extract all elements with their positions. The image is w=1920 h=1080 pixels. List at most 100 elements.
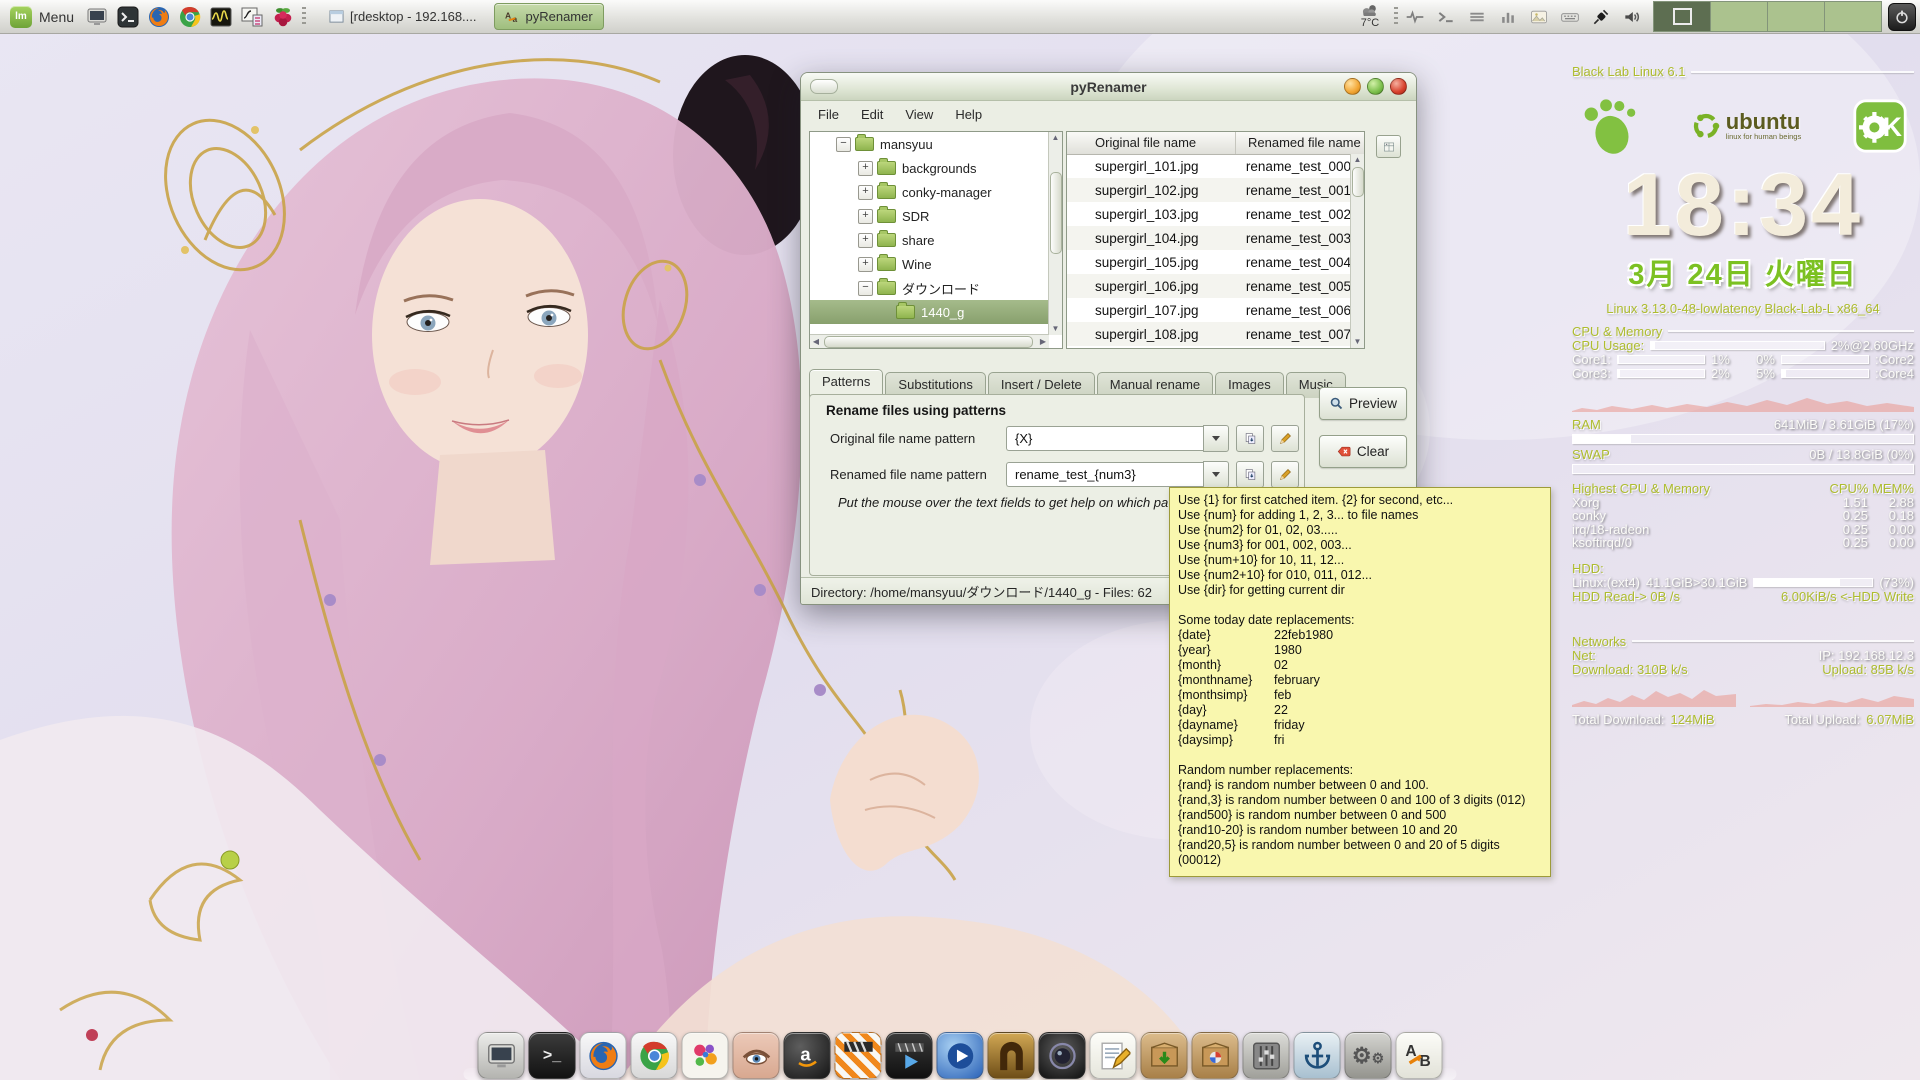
oscilloscope-launcher[interactable]	[208, 4, 234, 30]
renamed-name-cell: rename_test_007	[1234, 327, 1351, 342]
close-button[interactable]	[1390, 78, 1407, 95]
preview-button[interactable]: Preview	[1319, 387, 1407, 420]
table-row[interactable]: supergirl_102.jpgrename_test_001	[1067, 178, 1351, 202]
kdenlive-dock-icon[interactable]	[886, 1032, 933, 1079]
renamed-pattern-copy-button[interactable]	[1236, 461, 1264, 488]
menu-view[interactable]: View	[894, 102, 944, 127]
tree-item-ダウンロード[interactable]: −ダウンロード	[810, 276, 1049, 300]
anchor-dock-icon[interactable]	[1294, 1032, 1341, 1079]
maximize-button[interactable]	[1367, 78, 1384, 95]
total-upload-value: 6.07MiB	[1866, 712, 1914, 727]
patterns-hint: Put the mouse over the text fields to ge…	[838, 495, 1168, 510]
table-row[interactable]: supergirl_103.jpgrename_test_002	[1067, 202, 1351, 226]
tree-item-backgrounds[interactable]: +backgrounds	[810, 156, 1049, 180]
expander-icon[interactable]: −	[858, 281, 873, 296]
amazon-dock-icon[interactable]: a	[784, 1032, 831, 1079]
tree-item-1440_g[interactable]: 1440_g	[810, 300, 1049, 324]
menu-button[interactable]: lm Menu	[0, 0, 84, 33]
menu-edit[interactable]: Edit	[850, 102, 894, 127]
power-button[interactable]	[1888, 3, 1916, 31]
screenshot-tray-icon[interactable]	[1528, 6, 1550, 28]
expander-icon[interactable]: +	[858, 209, 873, 224]
scroll-right-icon[interactable]: ▶	[1037, 335, 1049, 348]
package-installer-dock-icon[interactable]	[1141, 1032, 1188, 1079]
renamer-ab-dock-icon[interactable]: AB	[1396, 1032, 1443, 1079]
menu-help[interactable]: Help	[944, 102, 993, 127]
workspace-1[interactable]	[1654, 2, 1711, 31]
computer-dock-icon[interactable]	[478, 1032, 525, 1079]
computer-launcher[interactable]	[84, 4, 110, 30]
camera-lens-dock-icon[interactable]	[1039, 1032, 1086, 1079]
audio-mixer-dock-icon[interactable]	[1243, 1032, 1290, 1079]
tooltip-line: {rand10-20} is random number between 10 …	[1178, 823, 1542, 838]
eye-makeup-dock-icon[interactable]	[733, 1032, 780, 1079]
original-pattern-dropdown[interactable]	[1203, 425, 1229, 452]
scroll-up-icon[interactable]: ▲	[1049, 132, 1062, 144]
tree-item-SDR[interactable]: +SDR	[810, 204, 1049, 228]
column-original[interactable]: Original file name	[1067, 132, 1236, 154]
workspace-4[interactable]	[1825, 2, 1881, 31]
table-row[interactable]: supergirl_108.jpgrename_test_007	[1067, 322, 1351, 346]
menu-lines-tray-icon[interactable]	[1466, 6, 1488, 28]
equalizer-bars-tray-icon[interactable]	[1497, 6, 1519, 28]
original-pattern-copy-button[interactable]	[1236, 425, 1264, 452]
column-renamed[interactable]: Renamed file name	[1236, 132, 1364, 154]
chrome-launcher[interactable]	[177, 4, 203, 30]
paint-splats-dock-icon[interactable]	[682, 1032, 729, 1079]
chrome-dock-icon[interactable]	[631, 1032, 678, 1079]
taskbar-button-2[interactable]: AapyRenamer	[494, 3, 604, 30]
minimize-button[interactable]	[1344, 78, 1361, 95]
renamed-pattern-dropdown[interactable]	[1203, 461, 1229, 488]
frame-title: Rename files using patterns	[826, 403, 1006, 418]
raspberry-pi-launcher[interactable]	[270, 4, 296, 30]
list-vertical-scrollbar[interactable]: ▲ ▼	[1350, 154, 1364, 348]
arch-monument-dock-icon[interactable]	[988, 1032, 1035, 1079]
heartbeat-tray-icon[interactable]	[1404, 6, 1426, 28]
tree-item-share[interactable]: +share	[810, 228, 1049, 252]
tree-item-mansyuu[interactable]: −mansyuu	[810, 132, 1049, 156]
scroll-down-icon[interactable]: ▼	[1049, 323, 1062, 335]
table-row[interactable]: supergirl_104.jpgrename_test_003	[1067, 226, 1351, 250]
taskbar-button-1[interactable]: [rdesktop - 192.168....	[318, 3, 487, 30]
terminal-launcher[interactable]	[115, 4, 141, 30]
expander-icon[interactable]: +	[858, 161, 873, 176]
expander-icon[interactable]: +	[858, 257, 873, 272]
clear-button[interactable]: Clear	[1319, 435, 1407, 468]
original-pattern-input[interactable]: {X}	[1006, 426, 1203, 451]
tree-item-Wine[interactable]: +Wine	[810, 252, 1049, 276]
workspace-3[interactable]	[1768, 2, 1825, 31]
firefox-dock-icon[interactable]	[580, 1032, 627, 1079]
titlebar[interactable]: pyRenamer	[801, 73, 1416, 101]
volume-tray-icon[interactable]	[1621, 6, 1643, 28]
table-row[interactable]: supergirl_105.jpgrename_test_004	[1067, 250, 1351, 274]
openshot-dock-icon[interactable]	[835, 1032, 882, 1079]
list-options-button[interactable]	[1376, 135, 1401, 158]
tree-vertical-scrollbar[interactable]: ▲ ▼	[1048, 132, 1062, 335]
movie-player-dock-icon[interactable]	[937, 1032, 984, 1079]
tree-horizontal-scrollbar[interactable]: ◀ ▶	[810, 334, 1049, 348]
connector-tray-icon[interactable]	[1590, 6, 1612, 28]
original-name-cell: supergirl_102.jpg	[1067, 183, 1234, 198]
filter-design-launcher[interactable]	[239, 4, 265, 30]
table-row[interactable]: supergirl_106.jpgrename_test_005	[1067, 274, 1351, 298]
workspace-2[interactable]	[1711, 2, 1768, 31]
renamed-pattern-input[interactable]: rename_test_{num3}	[1006, 462, 1203, 487]
terminal-dock-icon[interactable]: >_	[529, 1032, 576, 1079]
renamed-pattern-edit-button[interactable]	[1271, 461, 1299, 488]
notes-dock-icon[interactable]	[1090, 1032, 1137, 1079]
gears-dock-icon[interactable]: ⚙⚙	[1345, 1032, 1392, 1079]
table-row[interactable]: supergirl_107.jpgrename_test_006	[1067, 298, 1351, 322]
terminal-prompt-tray-icon[interactable]	[1435, 6, 1457, 28]
original-pattern-edit-button[interactable]	[1271, 425, 1299, 452]
expander-icon[interactable]: +	[858, 233, 873, 248]
firefox-launcher[interactable]	[146, 4, 172, 30]
package-updater-dock-icon[interactable]	[1192, 1032, 1239, 1079]
weather-applet[interactable]: 7°C	[1360, 4, 1380, 29]
menu-file[interactable]: File	[807, 102, 850, 127]
expander-icon[interactable]: −	[836, 137, 851, 152]
scroll-left-icon[interactable]: ◀	[810, 335, 822, 348]
expander-icon[interactable]: +	[858, 185, 873, 200]
keyboard-tray-icon[interactable]	[1559, 6, 1581, 28]
table-row[interactable]: supergirl_101.jpgrename_test_000	[1067, 154, 1351, 178]
tree-item-conky-manager[interactable]: +conky-manager	[810, 180, 1049, 204]
